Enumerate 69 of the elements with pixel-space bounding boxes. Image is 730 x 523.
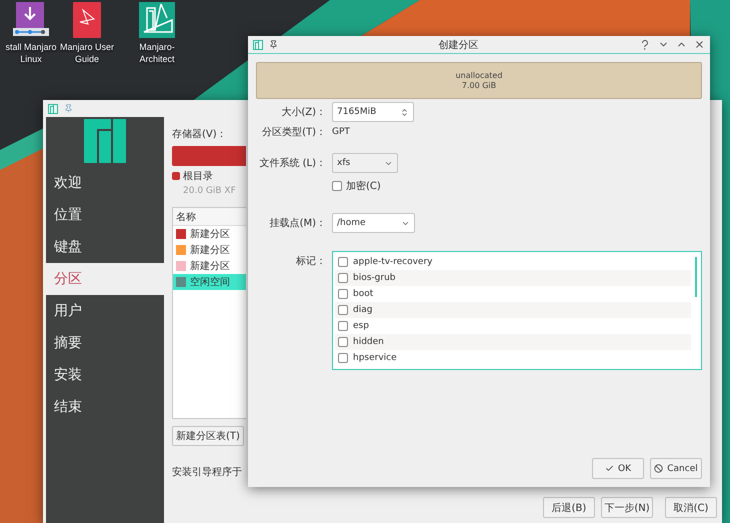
flag-checkbox[interactable] — [338, 289, 348, 299]
app-logo-icon — [48, 104, 58, 114]
mount-point-dropdown[interactable]: /home — [332, 213, 415, 233]
flags-label: 标记： — [295, 254, 326, 268]
sidebar-item[interactable]: 欢迎 — [46, 167, 164, 199]
flag-label: hpservice — [353, 353, 397, 363]
flag-checkbox[interactable] — [338, 321, 348, 331]
flag-label: hidden — [353, 337, 384, 347]
legend-label: 根目录 — [183, 170, 213, 183]
check-icon — [605, 464, 614, 473]
flag-checkbox[interactable] — [338, 337, 348, 347]
file-system-label: 文件系统 (L)： — [258, 156, 326, 170]
partition-type-label: 分区类型(T)： — [261, 126, 326, 139]
partition-name: 新建分区 — [190, 228, 230, 241]
unallocated-label: unallocated — [456, 70, 502, 80]
help-button[interactable] — [639, 38, 651, 50]
mount-point-label: 挂载点(M)： — [268, 216, 326, 230]
flag-checkbox[interactable] — [338, 273, 348, 283]
legend-size: 20.0 GiB XF — [182, 186, 237, 196]
flag-checkbox[interactable] — [338, 353, 348, 363]
installer-icon — [13, 2, 49, 38]
sidebar-item[interactable]: 分区 — [46, 263, 164, 295]
dialog-title: 创建分区 — [438, 38, 480, 52]
app-logo-icon — [253, 40, 263, 50]
table-row[interactable]: 空闲空间 — [173, 274, 246, 290]
file-system-dropdown[interactable]: xfs — [332, 153, 398, 173]
flag-checkbox[interactable] — [338, 305, 348, 315]
flag-label: esp — [353, 321, 369, 331]
partition-type-value: GPT — [332, 127, 350, 137]
close-icon — [694, 39, 704, 50]
flag-label: diag — [353, 305, 372, 315]
size-label: 大小(Z)： — [280, 106, 326, 119]
desktop-icon-label[interactable]: Manjaro-Architect — [126, 41, 188, 65]
flag-checkbox[interactable] — [338, 257, 348, 267]
bootloader-label: 安装引导程序于 — [172, 466, 243, 479]
sidebar-item[interactable]: 摘要 — [46, 327, 164, 359]
unallocated-size: 7.00 GiB — [462, 80, 496, 90]
cancel-button[interactable]: Cancel — [650, 458, 702, 479]
book-icon — [73, 2, 101, 38]
table-row[interactable]: 新建分区 — [173, 226, 246, 242]
compass-icon — [139, 2, 175, 38]
partition-name: 新建分区 — [190, 244, 230, 257]
sidebar-item[interactable]: 结束 — [46, 391, 164, 423]
sidebar-item[interactable]: 安装 — [46, 359, 164, 391]
storage-label: 存储器(V)： — [172, 128, 228, 141]
ok-button[interactable]: OK — [592, 458, 644, 479]
nav-button[interactable]: 下一步(N) — [601, 497, 653, 518]
partition-name: 新建分区 — [190, 260, 230, 273]
encrypt-checkbox[interactable] — [332, 181, 342, 191]
partition-name: 空闲空间 — [190, 276, 230, 289]
manjaro-logo-icon — [84, 119, 126, 163]
column-header[interactable]: 名称 — [173, 208, 246, 226]
table-row[interactable]: 新建分区 — [173, 242, 246, 258]
new-partition-table-button[interactable]: 新建分区表(T) — [172, 426, 244, 446]
nav-button[interactable]: 取消(C) — [665, 497, 717, 518]
flag-label: bios-grub — [353, 273, 396, 283]
flag-label: apple-tv-recovery — [353, 257, 432, 267]
scrollbar[interactable] — [695, 257, 697, 297]
sidebar-item[interactable]: 键盘 — [46, 231, 164, 263]
spin-arrows-icon[interactable] — [400, 108, 409, 116]
nav-button[interactable]: 后退(B) — [543, 497, 595, 518]
flag-label: boot — [353, 289, 374, 299]
table-row[interactable]: 新建分区 — [173, 258, 246, 274]
sidebar-item[interactable]: 位置 — [46, 199, 164, 231]
sidebar-item[interactable]: 用户 — [46, 295, 164, 327]
encrypt-label: 加密(C) — [346, 180, 381, 193]
pin-icon[interactable] — [269, 40, 278, 49]
size-spinbox[interactable]: 7165MiB — [332, 102, 414, 122]
cancel-icon — [654, 464, 664, 473]
